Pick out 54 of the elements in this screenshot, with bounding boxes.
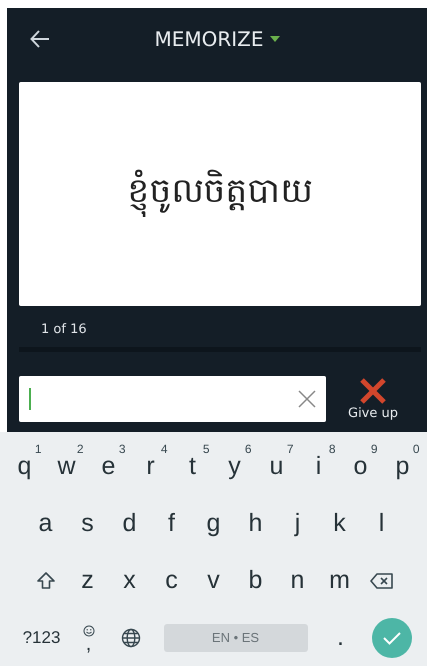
- key[interactable]: j: [276, 496, 318, 550]
- key[interactable]: m: [318, 554, 360, 608]
- key[interactable]: .: [320, 610, 362, 664]
- answer-field[interactable]: [19, 376, 326, 422]
- key[interactable]: q 1: [4, 440, 46, 494]
- key-hint: 7: [286, 442, 294, 456]
- key[interactable]: a: [24, 496, 66, 550]
- key[interactable]: d: [108, 496, 150, 550]
- progress-counter: 1 of 16: [41, 322, 88, 337]
- check-icon: [382, 630, 402, 646]
- key[interactable]: o 9: [340, 440, 382, 494]
- key-hint: 3: [118, 442, 126, 456]
- shift-icon: [36, 570, 56, 590]
- globe-icon: [120, 628, 140, 648]
- backspace-icon: [370, 572, 394, 590]
- key[interactable]: u 7: [256, 440, 298, 494]
- back-arrow-icon: [29, 28, 51, 50]
- key-hint: 9: [370, 442, 378, 456]
- dropdown-caret-icon: [270, 36, 280, 42]
- key-hint: 0: [412, 442, 420, 456]
- key-hint: 5: [202, 442, 210, 456]
- back-button[interactable]: [29, 28, 51, 50]
- key[interactable]: c: [150, 554, 192, 608]
- key[interactable]: z: [66, 554, 108, 608]
- emoji-key[interactable]: ,: [68, 610, 110, 664]
- key[interactable]: f: [150, 496, 192, 550]
- key[interactable]: y 6: [214, 440, 256, 494]
- key[interactable]: i 8: [298, 440, 340, 494]
- key[interactable]: p 0: [382, 440, 424, 494]
- key[interactable]: s: [66, 496, 108, 550]
- key[interactable]: e 3: [88, 440, 130, 494]
- key[interactable]: g: [192, 496, 234, 550]
- key-hint: 1: [34, 442, 42, 456]
- key[interactable]: b: [234, 554, 276, 608]
- mode-dropdown[interactable]: MEMORIZE: [148, 26, 286, 52]
- symbols-key[interactable]: ?123: [16, 610, 68, 664]
- key-hint: 6: [244, 442, 252, 456]
- key[interactable]: l: [360, 496, 402, 550]
- give-up-button[interactable]: Give up: [348, 378, 398, 420]
- key[interactable]: k: [318, 496, 360, 550]
- key[interactable]: t 5: [172, 440, 214, 494]
- clear-icon[interactable]: [298, 390, 316, 408]
- key[interactable]: h: [234, 496, 276, 550]
- key[interactable]: x: [108, 554, 150, 608]
- key-hint: 2: [76, 442, 84, 456]
- prompt-text: ខ្ញុំចូលចិត្តបាយ: [128, 169, 312, 219]
- smiley-icon: [82, 624, 94, 636]
- close-icon: [359, 378, 387, 404]
- key[interactable]: r 4: [130, 440, 172, 494]
- key-hint: 4: [160, 442, 168, 456]
- key-hint: 8: [328, 442, 336, 456]
- key[interactable]: w 2: [46, 440, 88, 494]
- key[interactable]: n: [276, 554, 318, 608]
- key[interactable]: v: [192, 554, 234, 608]
